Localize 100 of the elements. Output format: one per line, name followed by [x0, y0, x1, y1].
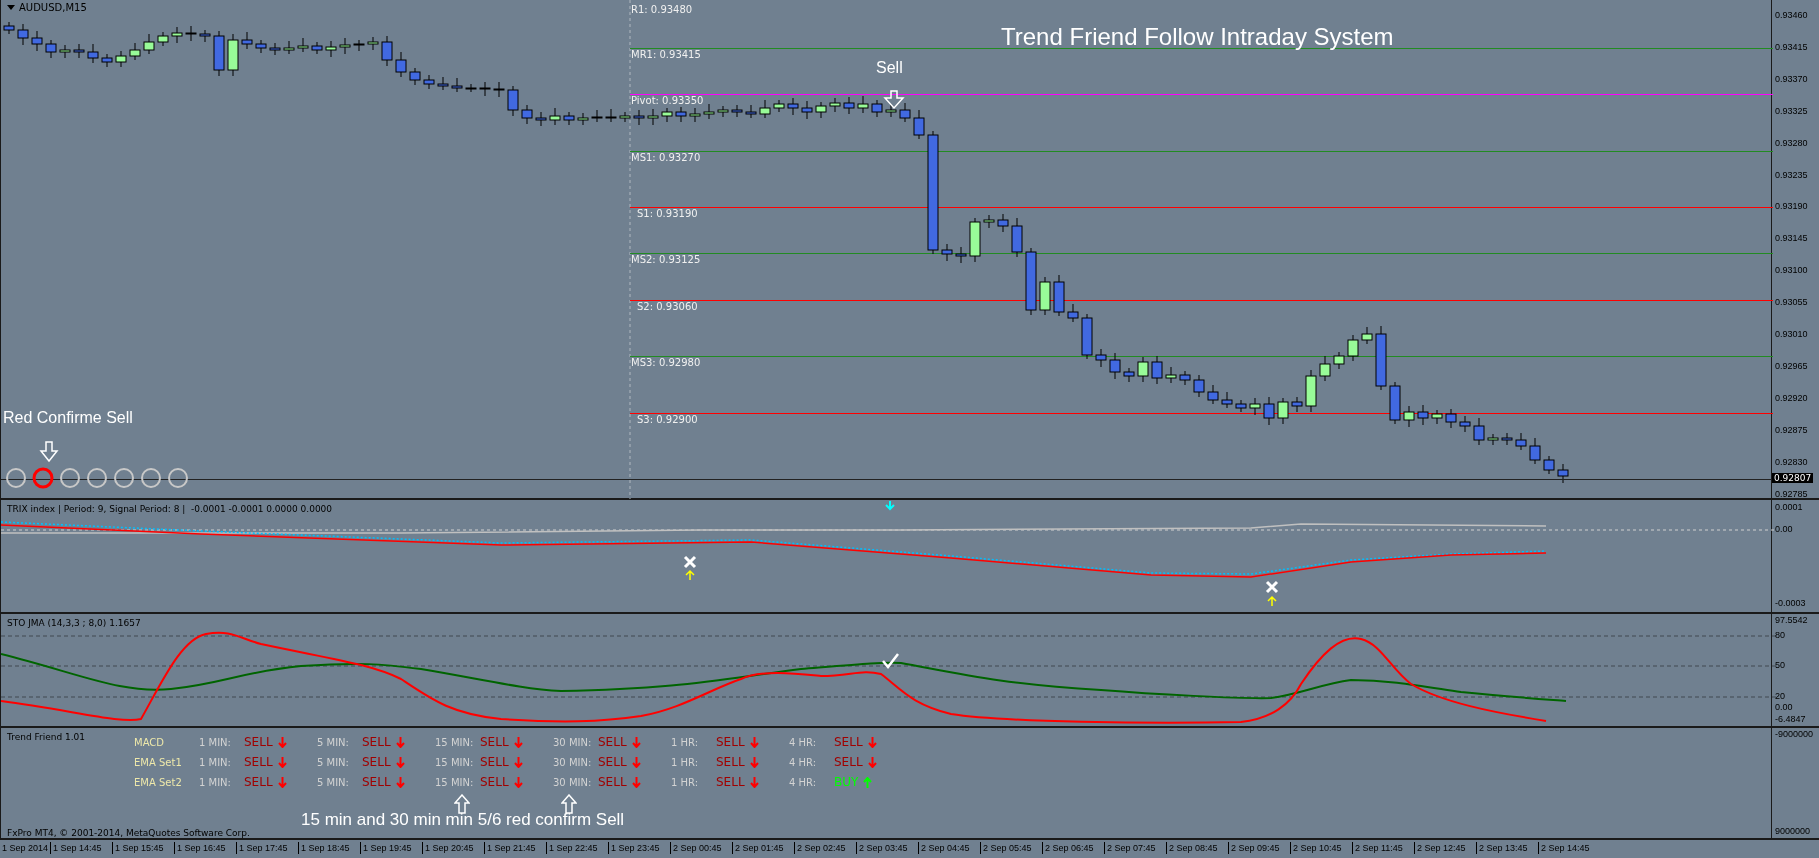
axis-label: -6.4847: [1775, 714, 1806, 724]
candlestick: [619, 111, 631, 123]
candlestick: [1053, 274, 1065, 317]
down-arrow-icon: [39, 441, 59, 463]
candlestick: [1459, 415, 1471, 433]
time-axis-label: 2 Sep 13:45: [1476, 842, 1538, 854]
candlestick: [1249, 397, 1261, 416]
candlestick: [157, 31, 169, 47]
price-axis-label: 0.92965: [1775, 360, 1808, 371]
down-arrow-icon: [395, 776, 405, 788]
candlestick: [829, 97, 841, 113]
candlestick: [521, 104, 533, 125]
timeframe-label: 1 HR:: [671, 736, 700, 748]
time-axis-label: 1 Sep 23:45: [608, 842, 670, 854]
time-axis-label: 1 Sep 21:45: [484, 842, 546, 854]
candlestick: [1095, 348, 1107, 368]
price-axis-label: 0.92875: [1775, 424, 1808, 435]
candlestick: [1025, 247, 1037, 316]
timeframe-label: 1 MIN:: [199, 736, 232, 748]
candlestick: [1487, 433, 1499, 446]
candlestick: [1179, 370, 1191, 386]
signal-text: BUY: [834, 775, 859, 789]
candlestick: [241, 31, 253, 50]
candlestick: [1137, 356, 1149, 383]
candlestick: [815, 101, 827, 119]
candlestick: [969, 217, 981, 263]
time-axis-label: 1 Sep 20:45: [422, 842, 484, 854]
candlestick: [843, 96, 855, 115]
candlestick: [549, 107, 561, 126]
annotation-text: 15 min and 30 min min 5/6 red confirm Sell: [301, 810, 625, 830]
indicator-name: EMA Set2: [134, 776, 183, 788]
down-arrow-icon: [513, 756, 523, 768]
price-axis-label: 0.93370: [1775, 73, 1808, 84]
candlestick: [171, 26, 183, 44]
price-axis-label: 0.92785: [1775, 488, 1808, 499]
price-axis-label: 0.93145: [1775, 233, 1808, 244]
time-axis-label: 1 Sep 18:45: [298, 842, 360, 854]
candlestick: [1011, 217, 1023, 258]
price-axis-label: 0.93460: [1775, 10, 1808, 20]
candlestick: [1445, 408, 1457, 429]
time-axis-label: 2 Sep 06:45: [1042, 842, 1104, 854]
time-axis-label: 2 Sep 14:45: [1538, 842, 1600, 854]
signal-text: SELL: [598, 755, 627, 769]
candlestick: [1277, 397, 1289, 425]
down-arrow-icon: [631, 776, 641, 788]
candlestick: [269, 42, 281, 56]
cross-icon: [683, 555, 697, 569]
candlestick: [1067, 303, 1079, 323]
time-axis-label: 1 Sep 17:45: [236, 842, 298, 854]
candlestick: [605, 108, 617, 123]
price-axis-label: 0.92830: [1775, 456, 1808, 467]
candlestick: [101, 53, 113, 68]
candlestick: [1319, 355, 1331, 382]
signal-text: SELL: [834, 755, 863, 769]
copyright-text: FxPro MT4, © 2001-2014, MetaQuotes Software Corp.: [7, 828, 250, 838]
candlestick: [787, 97, 799, 116]
candlestick: [1039, 276, 1051, 316]
candlestick: [437, 76, 449, 91]
timeframe-label: 5 MIN:: [317, 736, 350, 748]
candlestick: [885, 104, 897, 118]
down-arrow-icon: [631, 756, 641, 768]
candlestick: [17, 23, 29, 46]
down-arrow-icon: [749, 776, 759, 788]
candlestick: [997, 213, 1009, 233]
timeframe-label: 30 MIN:: [553, 776, 593, 788]
cross-icon: [1265, 580, 1279, 594]
candlestick: [1193, 374, 1205, 398]
timeframe-label: 30 MIN:: [553, 756, 593, 768]
candlestick: [87, 43, 99, 64]
timeframe-label: 1 HR:: [671, 756, 700, 768]
timeframe-label: 1 MIN:: [199, 756, 232, 768]
candlestick: [1403, 405, 1415, 428]
candlestick: [451, 77, 463, 93]
candlestick: [199, 29, 211, 43]
signal-text: SELL: [244, 775, 273, 789]
down-arrow-icon: [395, 756, 405, 768]
candlestick: [479, 81, 491, 97]
candlestick: [465, 83, 477, 93]
time-axis-label: 1 Sep 16:45: [174, 842, 236, 854]
candlestick: [801, 100, 813, 120]
indicator-header: STO JMA (14,3,3 ; 8,0) 1.1657: [7, 618, 141, 628]
timeframe-label: 5 MIN:: [317, 776, 350, 788]
candlestick: [311, 41, 323, 55]
timeframe-label: 4 HR:: [789, 776, 818, 788]
candlestick: [339, 37, 351, 55]
time-axis-label: 1 Sep 2014: [2, 842, 50, 854]
candlestick: [689, 107, 701, 123]
candlestick: [1557, 463, 1569, 484]
axis-label: 97.5542: [1775, 615, 1808, 625]
candlestick: [1291, 396, 1303, 413]
confirm-note: Red Confirme Sell: [3, 409, 133, 426]
timeframe-label: 5 MIN:: [317, 756, 350, 768]
indicator-header: TRIX index | Period: 9, Signal Period: 8 | -0.0001 -0.0001 0.0000 0.0000: [7, 504, 333, 514]
time-axis-label: 1 Sep 15:45: [112, 842, 174, 854]
timeframe-label: 15 MIN:: [435, 756, 475, 768]
level-label: S2: 0.93060: [637, 301, 698, 312]
candlestick: [283, 40, 295, 55]
candlestick: [395, 51, 407, 78]
time-axis-label: 2 Sep 03:45: [856, 842, 918, 854]
check-icon: [882, 653, 899, 669]
